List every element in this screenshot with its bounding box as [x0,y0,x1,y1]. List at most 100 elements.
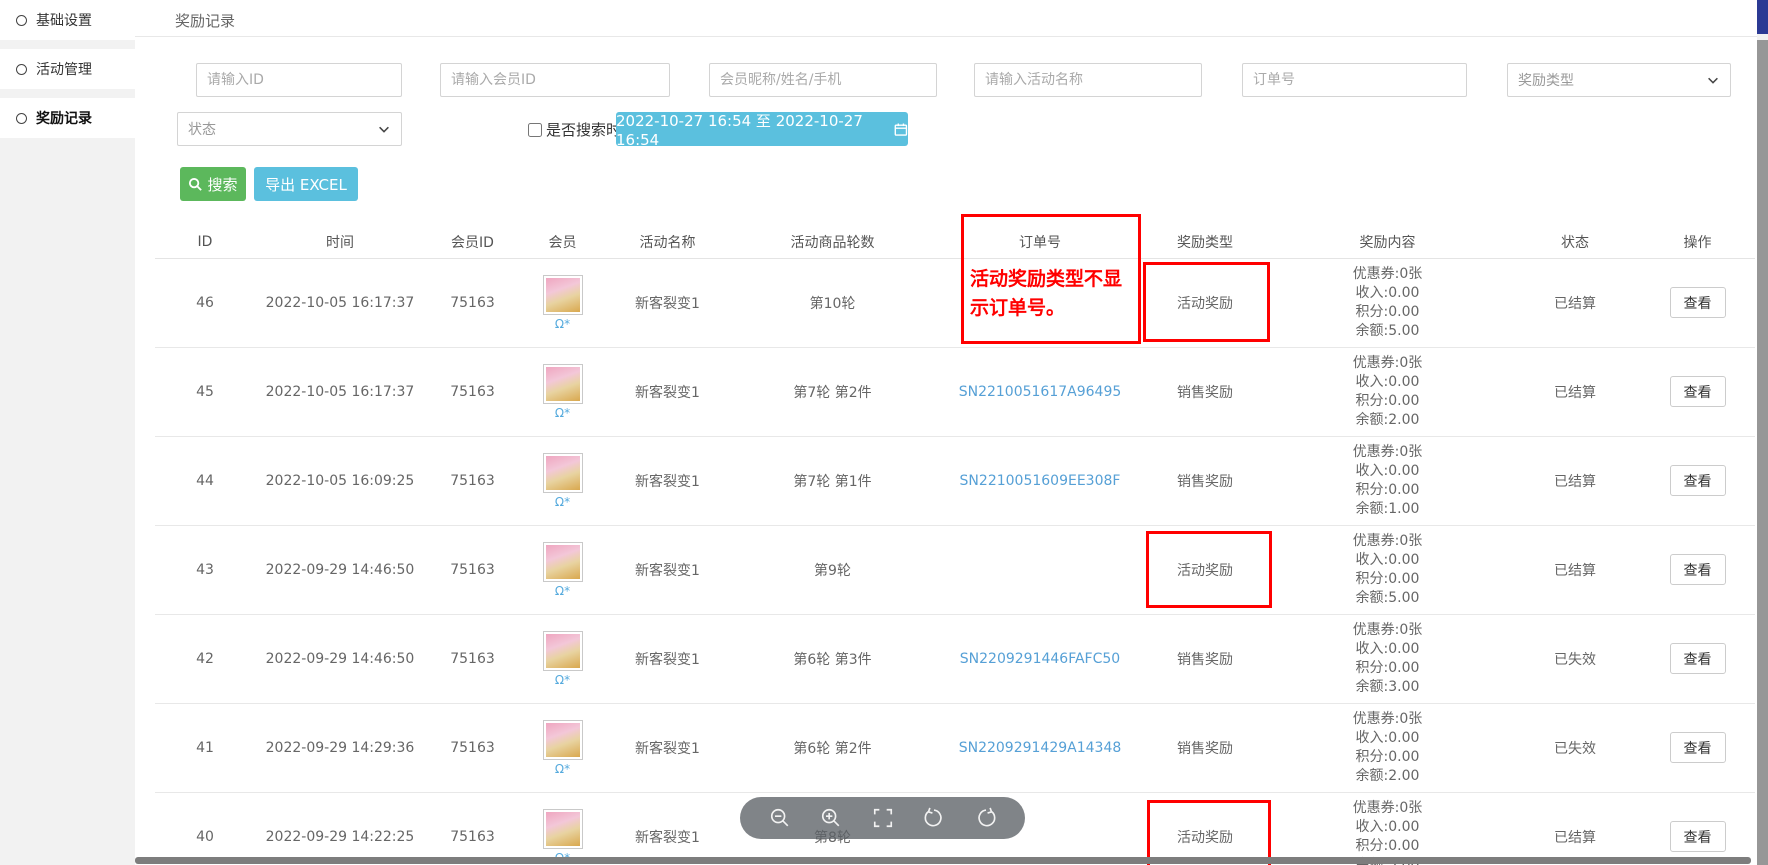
action-cell: 查看 [1640,436,1755,525]
avatar-image [546,278,580,312]
reward-content-line: 余额:2.00 [1265,411,1510,430]
table-row: 432022-09-29 14:46:5075163Ω*新客裂变1第9轮活动奖励… [155,525,1755,614]
avatar[interactable] [543,631,583,671]
round-cell: 第7轮 第1件 [730,436,935,525]
avatar[interactable] [543,720,583,760]
reward-type-cell: 活动奖励 [1145,525,1265,614]
column-header: 会员ID [425,227,520,258]
action-cell: 查看 [1640,792,1755,865]
avatar-caption: Ω* [520,762,605,776]
fullscreen-icon[interactable] [871,806,895,830]
export-excel-label: 导出 EXCEL [265,174,347,195]
search-button[interactable]: 搜索 [180,167,246,201]
column-header: 活动商品轮数 [730,227,935,258]
member-id-input[interactable] [440,63,670,97]
status-cell: 已结算 [1510,258,1640,347]
sidebar-item-activity-management[interactable]: 活动管理 [0,49,135,89]
member-info-input[interactable] [709,63,937,97]
zoom-in-icon[interactable] [819,806,843,830]
column-header: 操作 [1640,227,1755,258]
action-cell: 查看 [1640,525,1755,614]
avatar-image [546,634,580,668]
avatar-caption: Ω* [520,584,605,598]
reward-content-line: 优惠券:0张 [1265,799,1510,818]
avatar-caption: Ω* [520,495,605,509]
export-excel-button[interactable]: 导出 EXCEL [254,167,358,201]
round-cell: 第9轮 [730,525,935,614]
reward-content-line: 收入:0.00 [1265,462,1510,481]
reward-type-cell: 活动奖励 [1145,258,1265,347]
time-cell: 2022-09-29 14:29:36 [255,703,425,792]
reward-content-cell: 优惠券:0张收入:0.00积分:0.00余额:1.00 [1265,436,1510,525]
main-content: 奖励记录 奖励类型 状态 是否搜索时间 2022-10-27 16:54 至 2… [135,0,1757,865]
order-number-input[interactable] [1242,63,1467,97]
reward-content-cell: 优惠券:0张收入:0.00积分:0.00余额:5.00 [1265,792,1510,865]
avatar[interactable] [543,453,583,493]
avatar-image [546,723,580,757]
order-number-link[interactable]: SN2209291429A14348 [959,740,1122,756]
avatar-image [546,456,580,490]
calendar-icon [894,122,908,137]
zoom-out-icon[interactable] [768,806,792,830]
reward-content-line: 收入:0.00 [1265,373,1510,392]
view-button[interactable]: 查看 [1670,554,1726,585]
avatar[interactable] [543,809,583,849]
activity-name-cell: 新客裂变1 [605,347,730,436]
rotate-left-icon[interactable] [922,806,946,830]
horizontal-scrollbar[interactable] [135,857,1751,864]
avatar[interactable] [543,542,583,582]
member-cell: Ω* [520,703,605,792]
status-select[interactable]: 状态 [177,112,402,146]
annotation-note: 活动奖励类型不显示订单号。 [970,265,1122,323]
table-row: 462022-10-05 16:17:3775163Ω*新客裂变1第10轮活动奖… [155,258,1755,347]
vertical-scrollbar-thumb[interactable] [1757,40,1768,865]
member-id-cell: 75163 [425,525,520,614]
member-cell: Ω* [520,614,605,703]
member-id-cell: 75163 [425,792,520,865]
view-button[interactable]: 查看 [1670,732,1726,763]
reward-content-cell: 优惠券:0张收入:0.00积分:0.00余额:3.00 [1265,614,1510,703]
status-select-value: 状态 [188,119,216,139]
member-id-cell: 75163 [425,258,520,347]
reward-content-line: 积分:0.00 [1265,837,1510,856]
view-button[interactable]: 查看 [1670,821,1726,852]
view-button[interactable]: 查看 [1670,465,1726,496]
table-row: 442022-10-05 16:09:2575163Ω*新客裂变1第7轮 第1件… [155,436,1755,525]
view-button[interactable]: 查看 [1670,287,1726,318]
date-range-button[interactable]: 2022-10-27 16:54 至 2022-10-27 16:54 [616,112,908,146]
avatar[interactable] [543,275,583,315]
order-number-link[interactable]: SN2210051609EE308F [960,473,1121,489]
activity-name-input[interactable] [974,63,1202,97]
column-header: 奖励内容 [1265,227,1510,258]
rotate-right-icon[interactable] [974,806,998,830]
avatar-caption: Ω* [520,317,605,331]
reward-content-cell: 优惠券:0张收入:0.00积分:0.00余额:5.00 [1265,258,1510,347]
page-header: 奖励记录 [135,0,1757,37]
member-id-cell: 75163 [425,436,520,525]
search-time-checkbox[interactable] [528,123,542,137]
order-number-link[interactable]: SN2210051617A96495 [959,384,1122,400]
id-cell: 43 [155,525,255,614]
reward-content-cell: 优惠券:0张收入:0.00积分:0.00余额:2.00 [1265,347,1510,436]
action-cell: 查看 [1640,703,1755,792]
id-input[interactable] [196,63,402,97]
status-cell: 已失效 [1510,703,1640,792]
order-number-link[interactable]: SN2209291446FAFC50 [960,651,1120,667]
order-cell: SN2210051609EE308F [935,436,1145,525]
reward-content-line: 余额:1.00 [1265,500,1510,519]
view-button[interactable]: 查看 [1670,643,1726,674]
view-button[interactable]: 查看 [1670,376,1726,407]
chevron-down-icon [1706,73,1720,87]
reward-content-line: 优惠券:0张 [1265,354,1510,373]
circle-bullet-icon [16,113,27,124]
avatar[interactable] [543,364,583,404]
time-cell: 2022-09-29 14:22:25 [255,792,425,865]
reward-type-select[interactable]: 奖励类型 [1507,63,1731,97]
reward-content-line: 余额:3.00 [1265,678,1510,697]
sidebar-item-reward-records[interactable]: 奖励记录 [0,98,135,138]
sidebar-item-basic-settings[interactable]: 基础设置 [0,0,135,40]
reward-type-cell: 活动奖励 [1145,792,1265,865]
id-cell: 40 [155,792,255,865]
order-cell [935,525,1145,614]
reward-type-select-value: 奖励类型 [1518,70,1574,90]
